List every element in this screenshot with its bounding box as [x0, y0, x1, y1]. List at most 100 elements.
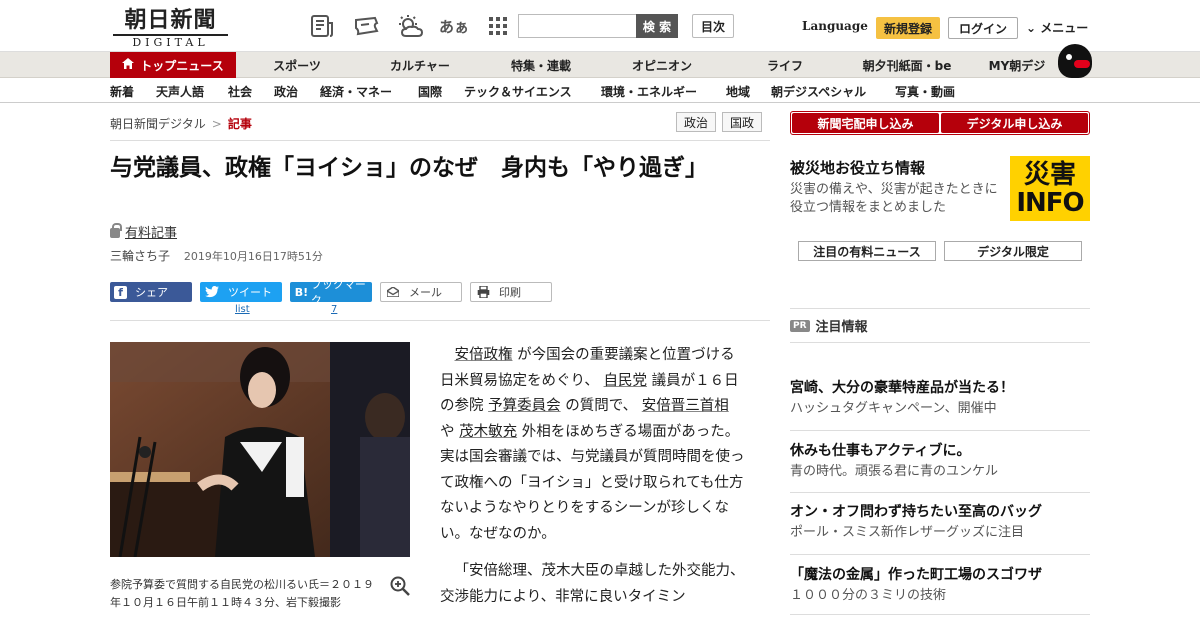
- article-tags: 政治 国政: [676, 112, 763, 132]
- table-of-contents-button[interactable]: 目次: [692, 14, 734, 38]
- pr-ad-item[interactable]: 宮崎、大分の豪華特産品が当たる！ ハッシュタグキャンペーン、開催中: [790, 378, 1090, 419]
- article-body: 安倍政権 が今国会の重要議案と位置づける日米貿易協定をめぐり、 自民党 議員が１…: [440, 343, 745, 622]
- nav-economy[interactable]: 経済・マネー: [320, 79, 392, 103]
- featured-paid-news-button[interactable]: 注目の有料ニュース: [798, 241, 936, 261]
- text-span: 外相をほめちぎる場面があった。実は国会審議では、与党議員が質問時間を使って政権へ…: [440, 423, 745, 542]
- ticket-icon[interactable]: [344, 12, 388, 40]
- grid-menu-icon[interactable]: [476, 12, 520, 40]
- paragraph: 「安倍総理、茂木大臣の卓越した外交能力、交渉能力により、非常に良いタイミン: [440, 563, 745, 605]
- zoom-in-icon[interactable]: [390, 576, 410, 596]
- divider: [790, 492, 1090, 493]
- nav-environment[interactable]: 環境・エネルギー: [601, 79, 697, 103]
- nav-international[interactable]: 国際: [418, 79, 442, 103]
- hatena-bookmark-button[interactable]: B! ブックマーク: [290, 278, 372, 307]
- pr-badge: PR: [790, 319, 810, 332]
- language-link[interactable]: Language: [802, 19, 868, 33]
- article-title: 与党議員、政権「ヨイショ」のなぜ 身内も「やり過ぎ」: [110, 155, 708, 181]
- pr-ad-sub: ハッシュタグキャンペーン、開催中: [790, 401, 997, 416]
- tag-politics[interactable]: 政治: [676, 112, 717, 132]
- print-button[interactable]: 印刷: [470, 282, 552, 302]
- hatena-bookmark-label: ブックマーク: [310, 278, 366, 307]
- nav-society[interactable]: 社会: [228, 79, 252, 103]
- publish-date: 2019年10月16日17時51分: [183, 250, 323, 263]
- login-button[interactable]: ログイン: [948, 17, 1018, 39]
- pr-ad-item[interactable]: 休みも仕事もアクティブに。 青の時代。頑張る君に青のユンケル: [790, 441, 1090, 482]
- newspaper-icon[interactable]: [300, 12, 344, 40]
- breadcrumb: 朝日新聞デジタル > 記事: [110, 115, 252, 132]
- pr-ad-headline: 「魔法の金属」作った町工場のスゴワザ: [790, 567, 1042, 583]
- nav-region[interactable]: 地域: [726, 79, 750, 103]
- divider: [790, 430, 1090, 431]
- facebook-share-button[interactable]: f シェア: [110, 282, 192, 302]
- nav-my-asadigi[interactable]: MY朝デジ: [980, 52, 1054, 78]
- pr-ad-sub: 青の時代。頑張る君に青のユンケル: [790, 464, 999, 479]
- site-header: 朝日新聞 DIGITAL あぁ 検 索 目次 Language 新規登録 ログイ…: [0, 0, 1200, 52]
- breadcrumb-home[interactable]: 朝日新聞デジタル: [110, 117, 206, 131]
- nav-top-news-label: トップニュース: [140, 58, 224, 73]
- register-button[interactable]: 新規登録: [876, 17, 940, 39]
- banner-text-line2: INFO: [1016, 187, 1084, 218]
- font-size-icon[interactable]: あぁ: [432, 12, 476, 40]
- nav-sports[interactable]: スポーツ: [258, 52, 336, 78]
- header-icon-bar: あぁ: [300, 12, 520, 40]
- paragraph: 安倍政権 が今国会の重要議案と位置づける日米貿易協定をめぐり、 自民党 議員が１…: [440, 343, 745, 547]
- primary-nav: トップニュース スポーツ カルチャー 特集・連載 オピニオン ライフ 朝夕刊紙面…: [0, 52, 1200, 78]
- text-span: や: [440, 423, 460, 440]
- nav-culture[interactable]: カルチャー: [378, 52, 462, 78]
- asahi-digital-logo[interactable]: 朝日新聞 DIGITAL: [113, 8, 228, 49]
- divider: [110, 320, 770, 321]
- pr-ad-sub: １０００分の３ミリの技術: [790, 588, 947, 603]
- hatena-count-link[interactable]: 7: [331, 304, 337, 315]
- breadcrumb-separator: >: [211, 117, 222, 131]
- nav-life[interactable]: ライフ: [750, 52, 820, 78]
- nav-tech-science[interactable]: テック＆サイエンス: [464, 79, 572, 103]
- digital-only-button[interactable]: デジタル限定: [944, 241, 1082, 261]
- twitter-share-label: ツイート: [228, 286, 272, 299]
- link-ldp[interactable]: 自民党: [604, 373, 648, 389]
- printer-icon: [475, 285, 491, 299]
- nav-special[interactable]: 朝デジスペシャル: [771, 79, 866, 103]
- nav-paper[interactable]: 朝夕刊紙面・be: [852, 52, 962, 78]
- search-button[interactable]: 検 索: [636, 14, 678, 38]
- nav-photo-video[interactable]: 写真・動画: [895, 79, 955, 103]
- nav-top-news[interactable]: トップニュース: [110, 52, 236, 78]
- newspaper-subscribe-button[interactable]: 新聞宅配申し込み: [792, 113, 939, 133]
- twitter-share-button[interactable]: ツイート: [200, 282, 282, 302]
- tag-national-politics[interactable]: 国政: [722, 112, 763, 132]
- mail-share-button[interactable]: メール: [380, 282, 462, 302]
- nav-tenseijingo[interactable]: 天声人語: [156, 79, 204, 103]
- byline: 三輪さち子 2019年10月16日17時51分: [110, 247, 323, 264]
- print-label: 印刷: [499, 286, 521, 299]
- twitter-count-link[interactable]: list: [235, 304, 250, 315]
- photo-caption: 参院予算委で質問する自民党の松川るい氏＝２０１９年１０月１６日午前１１時４３分、…: [110, 578, 374, 609]
- nav-opinion[interactable]: オピニオン: [620, 52, 704, 78]
- lock-icon: [110, 223, 122, 238]
- link-abe-government[interactable]: 安倍政権: [455, 347, 513, 363]
- menu-button[interactable]: ⌄ メニュー: [1026, 19, 1088, 36]
- digital-subscribe-button[interactable]: デジタル申し込み: [941, 113, 1088, 133]
- subscription-buttons: 新聞宅配申し込み デジタル申し込み: [790, 111, 1090, 135]
- link-motegi[interactable]: 茂木敏充: [459, 424, 517, 440]
- disaster-info-title[interactable]: 被災地お役立ち情報: [790, 157, 925, 178]
- mascot-character-icon[interactable]: [1058, 44, 1092, 78]
- pr-ad-item[interactable]: オン・オフ問わず持ちたい至高のバッグ ポール・スミス新作レザーグッズに注目: [790, 502, 1090, 543]
- pr-ad-headline: 宮崎、大分の豪華特産品が当たる！: [790, 380, 1014, 396]
- mail-icon: [385, 285, 401, 299]
- nav-latest[interactable]: 新着: [110, 79, 134, 103]
- paid-article-text[interactable]: 有料記事: [125, 222, 177, 241]
- search-input[interactable]: [518, 14, 636, 38]
- nav-features[interactable]: 特集・連載: [500, 52, 582, 78]
- link-budget-committee[interactable]: 予算委員会: [488, 398, 561, 414]
- disaster-info-banner[interactable]: 災害 INFO: [1010, 156, 1090, 221]
- weather-icon[interactable]: [388, 12, 432, 40]
- search-box: 検 索: [518, 14, 678, 38]
- divider: [790, 342, 1090, 343]
- link-abe-shinzo[interactable]: 安倍晋三首相: [642, 398, 729, 414]
- text-span: の質問で、: [560, 398, 642, 414]
- pr-ad-item[interactable]: 「魔法の金属」作った町工場のスゴワザ １０００分の３ミリの技術: [790, 565, 1090, 606]
- pr-ad-sub: ポール・スミス新作レザーグッズに注目: [790, 525, 1025, 540]
- article-photo[interactable]: [110, 342, 410, 557]
- facebook-share-label: シェア: [135, 286, 168, 299]
- nav-politics[interactable]: 政治: [274, 79, 298, 103]
- hatena-bookmark-icon: B!: [294, 285, 309, 299]
